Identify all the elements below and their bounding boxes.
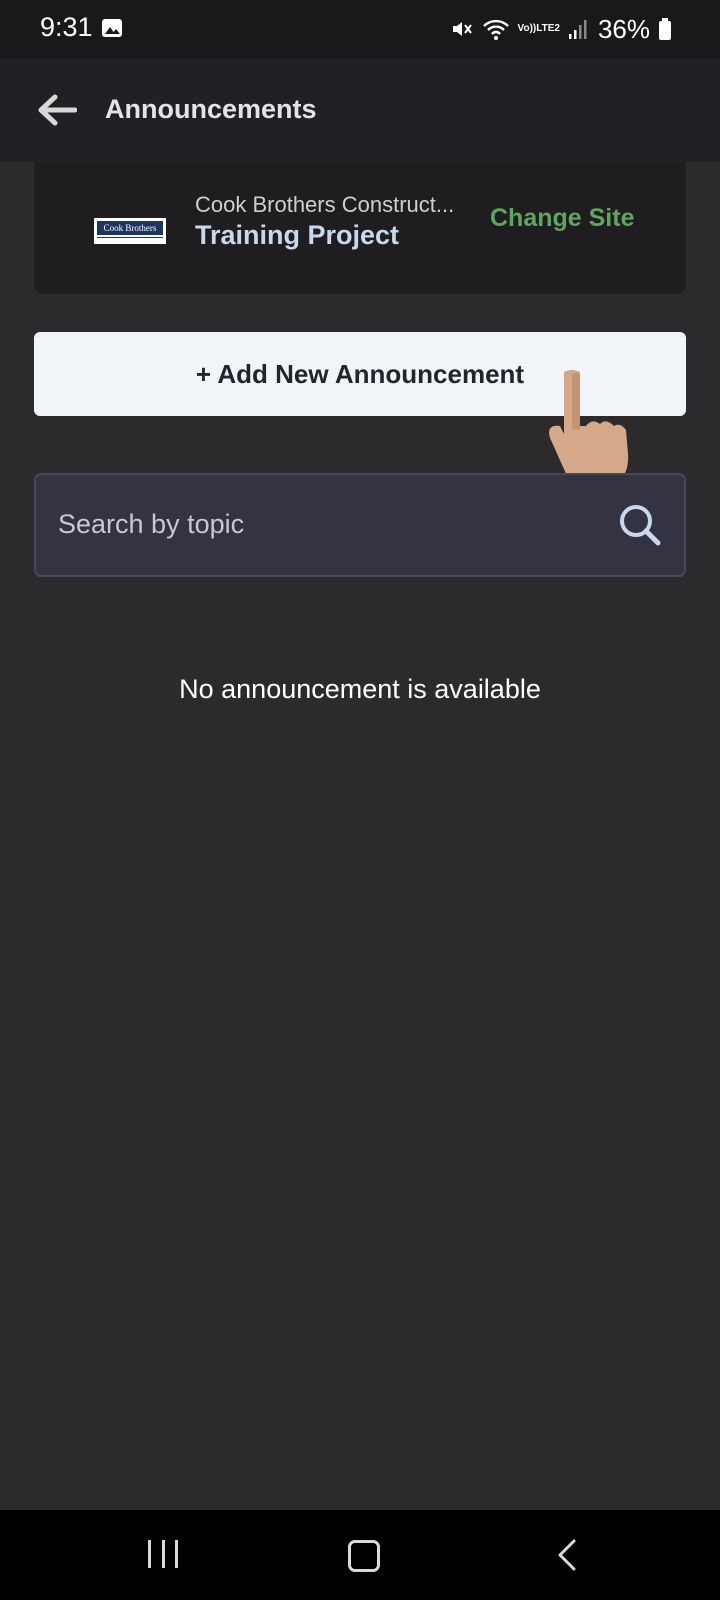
status-icons: Vo)) LTE2 36% [450, 10, 672, 48]
company-name: Cook Brothers Construct... [195, 192, 455, 217]
status-bar: 9:31 Vo)) LTE2 36% [0, 0, 720, 58]
mute-icon [450, 17, 474, 41]
search-box [34, 473, 686, 577]
back-button[interactable] [32, 90, 82, 130]
search-icon[interactable] [618, 503, 662, 547]
company-logo-text: Cook Brothers [97, 220, 163, 235]
change-site-button[interactable]: Change Site [490, 204, 634, 233]
project-name: Training Project [195, 220, 400, 250]
system-back-icon[interactable] [552, 1538, 582, 1572]
recents-bar-icon [175, 1540, 178, 1568]
lte-indicator: Vo)) LTE2 [518, 24, 560, 34]
page-title: Announcements [105, 94, 317, 124]
lte-label: LTE2 [536, 23, 560, 34]
recents-button[interactable] [148, 1540, 178, 1570]
gallery-notification-icon [102, 19, 122, 37]
company-logo: Cook Brothers [94, 218, 166, 244]
status-time: 9:31 [40, 12, 93, 42]
battery-icon [658, 17, 672, 41]
empty-state-message: No announcement is available [179, 674, 541, 704]
system-navigation-bar [0, 1510, 720, 1600]
recents-bar-icon [161, 1540, 165, 1568]
wifi-icon [482, 17, 510, 41]
home-button[interactable] [348, 1540, 380, 1572]
app-header: Announcements [0, 58, 720, 162]
search-input[interactable] [56, 503, 580, 545]
battery-percent: 36% [597, 13, 650, 44]
signal-icon [568, 18, 588, 40]
company-logo-underline [97, 236, 163, 242]
site-card: Cook Brothers Cook Brothers Construct...… [34, 162, 686, 294]
volte-label: Vo)) [517, 23, 537, 34]
recents-bar-icon [148, 1540, 151, 1568]
arrow-left-icon [38, 94, 77, 126]
